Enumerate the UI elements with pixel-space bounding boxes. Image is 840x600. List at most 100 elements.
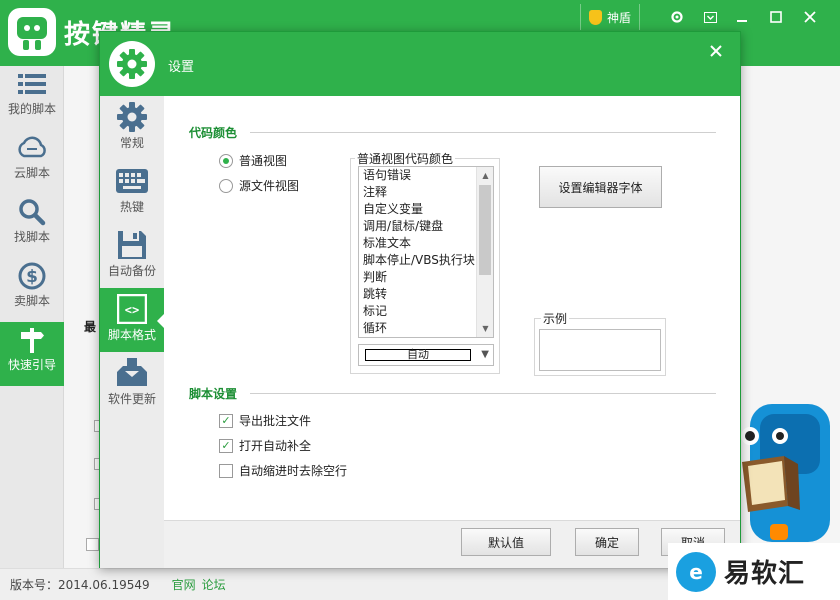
section-title-script-settings: 脚本设置 (189, 387, 238, 401)
signpost-icon (16, 326, 48, 354)
official-site-link[interactable]: 官网 (172, 576, 196, 593)
menu-dropdown-icon[interactable] (698, 6, 722, 28)
tab-auto-backup[interactable]: 自动备份 (100, 224, 164, 288)
group-label: 普通视图代码颜色 (355, 150, 456, 167)
group-label: 示例 (541, 310, 570, 327)
tab-label: 脚本格式 (107, 328, 156, 342)
tab-general[interactable]: 常规 (100, 96, 164, 160)
sidebar-item-label: 云脚本 (13, 166, 50, 180)
section-divider (250, 132, 716, 133)
main-sidebar: 我的脚本 云脚本 找脚本 $ 卖脚本 快速引导 (0, 66, 64, 568)
minimize-icon[interactable] (730, 6, 754, 28)
tab-label: 自动备份 (107, 264, 156, 278)
checkbox-export-annotation[interactable]: ✓ 导出批注文件 (219, 412, 311, 429)
maximize-icon[interactable] (764, 6, 788, 28)
radio-label: 源文件视图 (239, 179, 300, 193)
sidebar-item-cloud-scripts[interactable]: 云脚本 (0, 130, 64, 194)
code-color-listbox[interactable]: 语句错误 注释 自定义变量 调用/鼠标/键盘 标准文本 脚本停止/VBS执行块 判断 跳转 标记… (358, 166, 494, 338)
settings-gear-icon[interactable] (665, 6, 689, 28)
dialog-title: 设置 (168, 60, 195, 75)
settings-dialog: 设置 常规 热键 自动备份 <> 脚本格式 软件更新 代码颜色 普通视图 源文件… (99, 31, 741, 568)
radio-normal-view[interactable]: 普通视图 (219, 152, 287, 169)
section-title-code-color: 代码颜色 (189, 126, 238, 140)
color-select-value: 自动 (365, 349, 471, 361)
content-checkbox[interactable] (86, 538, 99, 551)
svg-text:<>: <> (125, 303, 139, 317)
scroll-thumb[interactable] (479, 185, 491, 275)
code-icon: <> (115, 293, 149, 325)
scroll-up-icon[interactable]: ▲ (477, 167, 493, 184)
sidebar-item-find-scripts[interactable]: 找脚本 (0, 194, 64, 258)
watermark-logo-icon: e (676, 551, 716, 592)
tab-label: 软件更新 (107, 392, 156, 406)
ok-button[interactable]: 确定 (575, 528, 639, 556)
shield-icon (589, 9, 602, 25)
checkbox-indicator (219, 463, 233, 478)
floppy-icon (115, 229, 149, 261)
sidebar-item-my-scripts[interactable]: 我的脚本 (0, 66, 64, 130)
radio-indicator (219, 153, 233, 168)
listbox-item[interactable]: 语句错误 (359, 167, 493, 184)
radio-label: 普通视图 (239, 154, 288, 168)
checkbox-remove-blank-lines[interactable]: 自动缩进时去除空行 (219, 462, 347, 479)
listbox-item[interactable]: 跳转 (359, 286, 493, 303)
checkbox-label: 自动缩进时去除空行 (239, 464, 348, 478)
listbox-item[interactable]: 脚本停止/VBS执行块 (359, 252, 493, 269)
watermark-text: 易软汇 (724, 559, 806, 589)
checkbox-label: 打开自动补全 (239, 439, 312, 453)
sidebar-item-label: 快速引导 (7, 358, 56, 372)
sidebar-item-sell-scripts[interactable]: $ 卖脚本 (0, 258, 64, 322)
list-icon (16, 70, 48, 98)
svg-text:$: $ (26, 267, 38, 287)
listbox-item[interactable]: 调用/鼠标/键盘 (359, 218, 493, 235)
sidebar-item-label: 卖脚本 (13, 294, 50, 308)
close-icon[interactable] (798, 6, 822, 28)
shendun-label: 神盾 (607, 10, 632, 25)
version-text: 版本号：2014.06.19549 (10, 578, 150, 592)
color-select[interactable]: 自动 ▼ (358, 344, 494, 366)
content-fragment-text: 最 (84, 320, 97, 334)
set-editor-font-button[interactable]: 设置编辑器字体 (539, 166, 662, 208)
dollar-icon: $ (16, 262, 48, 290)
keyboard-icon (115, 165, 149, 197)
section-divider (250, 393, 716, 394)
sidebar-item-quick-guide[interactable]: 快速引导 (0, 322, 64, 386)
scroll-down-icon[interactable]: ▼ (477, 320, 493, 337)
listbox-item[interactable]: 循环 (359, 320, 493, 337)
listbox-item[interactable]: 标准文本 (359, 235, 493, 252)
gear-icon (109, 41, 155, 87)
dialog-footer (164, 520, 740, 568)
listbox-items: 语句错误 注释 自定义变量 调用/鼠标/键盘 标准文本 脚本停止/VBS执行块 判断 跳转 标记… (359, 167, 493, 337)
dialog-titlebar: 设置 (100, 32, 740, 96)
tab-hotkeys[interactable]: 热键 (100, 160, 164, 224)
sidebar-item-label: 我的脚本 (7, 102, 56, 116)
tab-label: 热键 (119, 200, 144, 214)
radio-indicator (219, 178, 233, 193)
search-icon (16, 198, 48, 226)
dialog-close-icon[interactable] (704, 40, 728, 62)
dialog-sidebar: 常规 热键 自动备份 <> 脚本格式 软件更新 (100, 96, 164, 568)
watermark: e 易软汇 (668, 543, 840, 600)
chevron-down-icon: ▼ (481, 349, 489, 360)
default-button[interactable]: 默认值 (461, 528, 551, 556)
gear-icon (115, 101, 149, 133)
checkbox-autocomplete[interactable]: ✓ 打开自动补全 (219, 437, 311, 454)
checkbox-indicator: ✓ (219, 438, 233, 453)
tab-software-update[interactable]: 软件更新 (100, 352, 164, 416)
radio-source-view[interactable]: 源文件视图 (219, 177, 299, 194)
checkbox-label: 导出批注文件 (239, 414, 312, 428)
listbox-item[interactable]: 判断 (359, 269, 493, 286)
app-logo-icon (8, 8, 56, 56)
listbox-item[interactable]: 注释 (359, 184, 493, 201)
tab-script-format[interactable]: <> 脚本格式 (100, 288, 164, 352)
shendun-button[interactable]: 神盾 (580, 4, 641, 30)
download-tray-icon (115, 357, 149, 389)
cloud-icon (16, 134, 48, 162)
listbox-item[interactable]: 标记 (359, 303, 493, 320)
mascot-illustration (740, 404, 840, 554)
sample-preview (539, 329, 661, 371)
listbox-scrollbar[interactable]: ▲ ▼ (476, 167, 493, 337)
listbox-item[interactable]: 自定义变量 (359, 201, 493, 218)
checkbox-indicator: ✓ (219, 413, 233, 428)
forum-link[interactable]: 论坛 (202, 576, 226, 593)
